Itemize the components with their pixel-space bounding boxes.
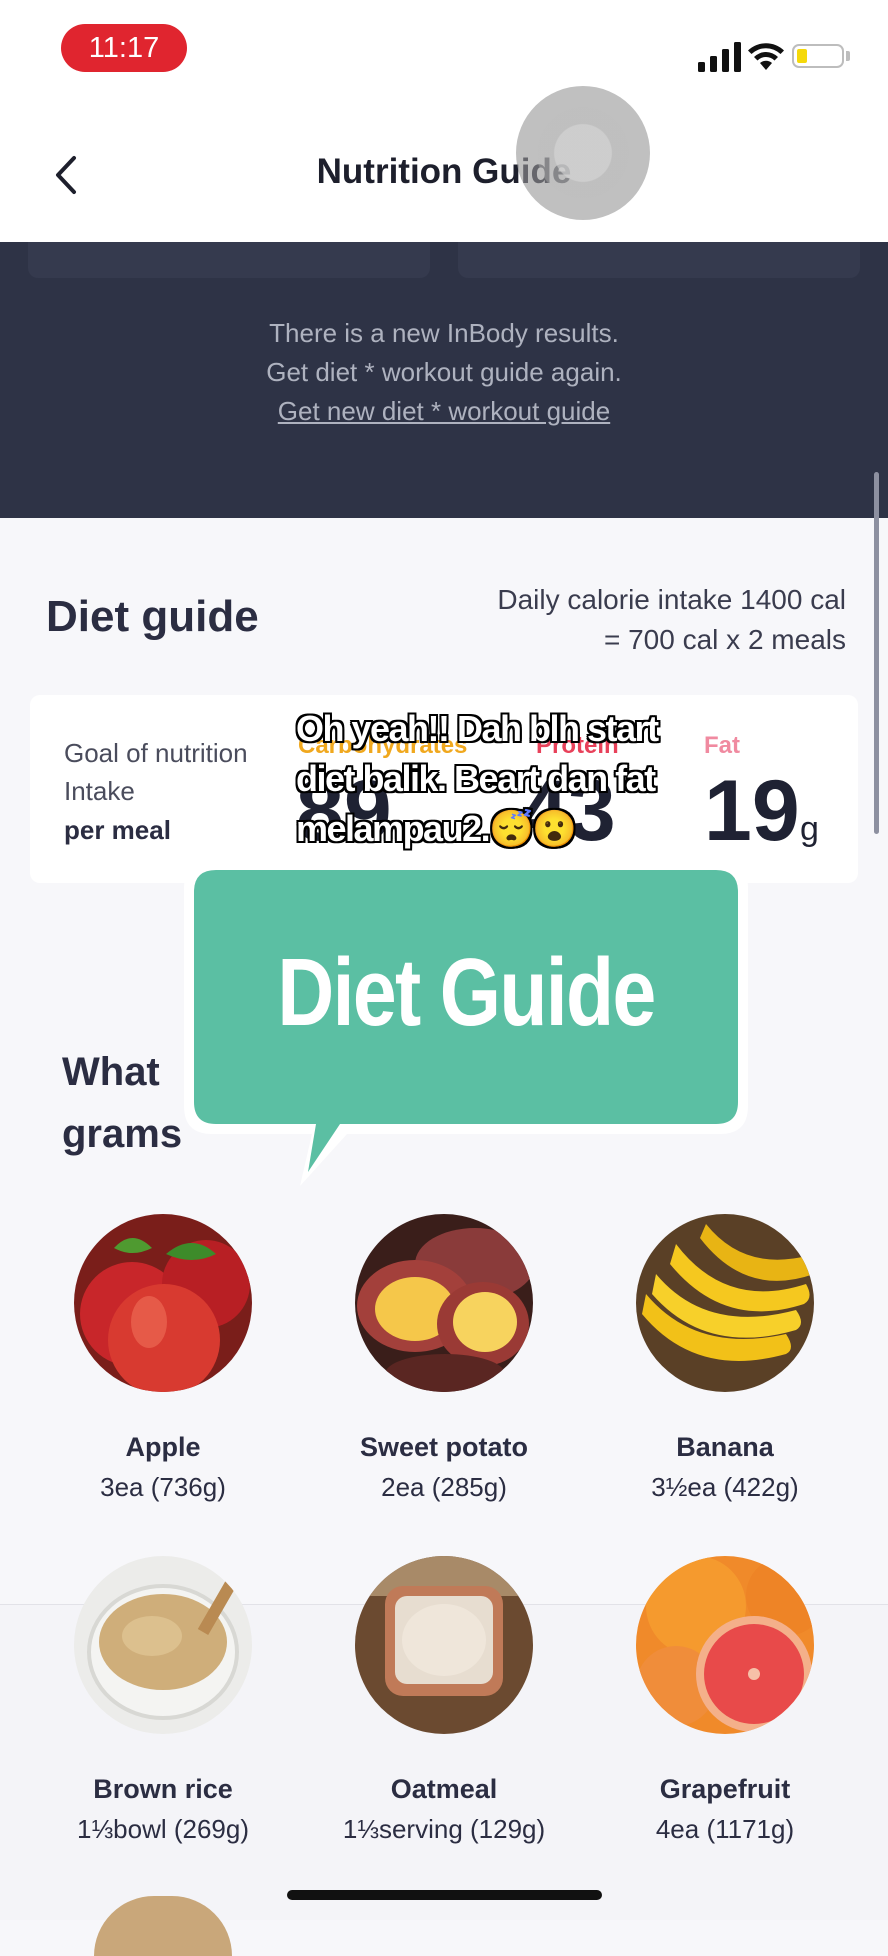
calorie-per-meal: = 700 cal x 2 meals xyxy=(603,624,846,655)
grapefruit-icon xyxy=(636,1556,814,1734)
battery-icon xyxy=(792,44,844,68)
food-name: Brown rice xyxy=(93,1774,233,1804)
food-name: Banana xyxy=(676,1432,774,1462)
food-quantity: 3½ea (422g) xyxy=(651,1472,799,1502)
touch-indicator xyxy=(516,86,650,220)
food-quantity: 1⅓serving (129g) xyxy=(342,1814,546,1844)
question-line2: grams xyxy=(62,1112,183,1156)
food-quantity: 3ea (736g) xyxy=(100,1472,226,1502)
bubble-text: Diet Guide xyxy=(277,939,656,1046)
get-new-guide-link[interactable]: Get new diet * workout guide xyxy=(0,396,888,427)
banner-text-line1: There is a new InBody results. xyxy=(269,318,619,348)
food-quantity: 1⅓bowl (269g) xyxy=(77,1814,249,1844)
cellular-signal-icon xyxy=(698,42,741,72)
goal-label-line2: Intake xyxy=(64,776,135,806)
scrollbar[interactable] xyxy=(874,472,879,834)
brown-rice-icon xyxy=(74,1556,252,1734)
status-time: 11:17 xyxy=(61,24,187,72)
goal-label-line3: per meal xyxy=(64,815,171,845)
food-quantity: 4ea (1171g) xyxy=(655,1814,795,1844)
food-name: Oatmeal xyxy=(390,1774,498,1804)
banana-icon xyxy=(636,1214,814,1392)
food-name: Apple xyxy=(125,1432,201,1462)
diet-guide-title: Diet guide xyxy=(46,592,259,641)
fat-unit: g xyxy=(800,810,819,848)
wifi-icon xyxy=(748,43,784,70)
home-indicator[interactable] xyxy=(287,1890,602,1900)
oatmeal-icon xyxy=(355,1556,533,1734)
goal-label-line1: Goal of nutrition xyxy=(64,738,248,768)
sweet-potato-icon xyxy=(355,1214,533,1392)
battery-tip xyxy=(846,51,850,61)
page-title: Nutrition Guide xyxy=(316,152,572,191)
question-line1: What xyxy=(62,1050,160,1094)
food-quantity: 2ea (285g) xyxy=(381,1472,507,1502)
video-caption: Oh yeah!! Dah blh start diet balik. Bear… xyxy=(296,708,659,849)
banner-card-right[interactable] xyxy=(458,242,860,278)
food-name: Grapefruit xyxy=(659,1774,791,1804)
banner-text-line2: Get diet * workout guide again. xyxy=(266,357,622,387)
daily-calorie-intake: Daily calorie intake 1400 cal xyxy=(497,584,846,615)
food-name: Sweet potato xyxy=(359,1432,528,1462)
apple-icon xyxy=(74,1214,252,1392)
banner-card-left[interactable] xyxy=(28,242,430,278)
